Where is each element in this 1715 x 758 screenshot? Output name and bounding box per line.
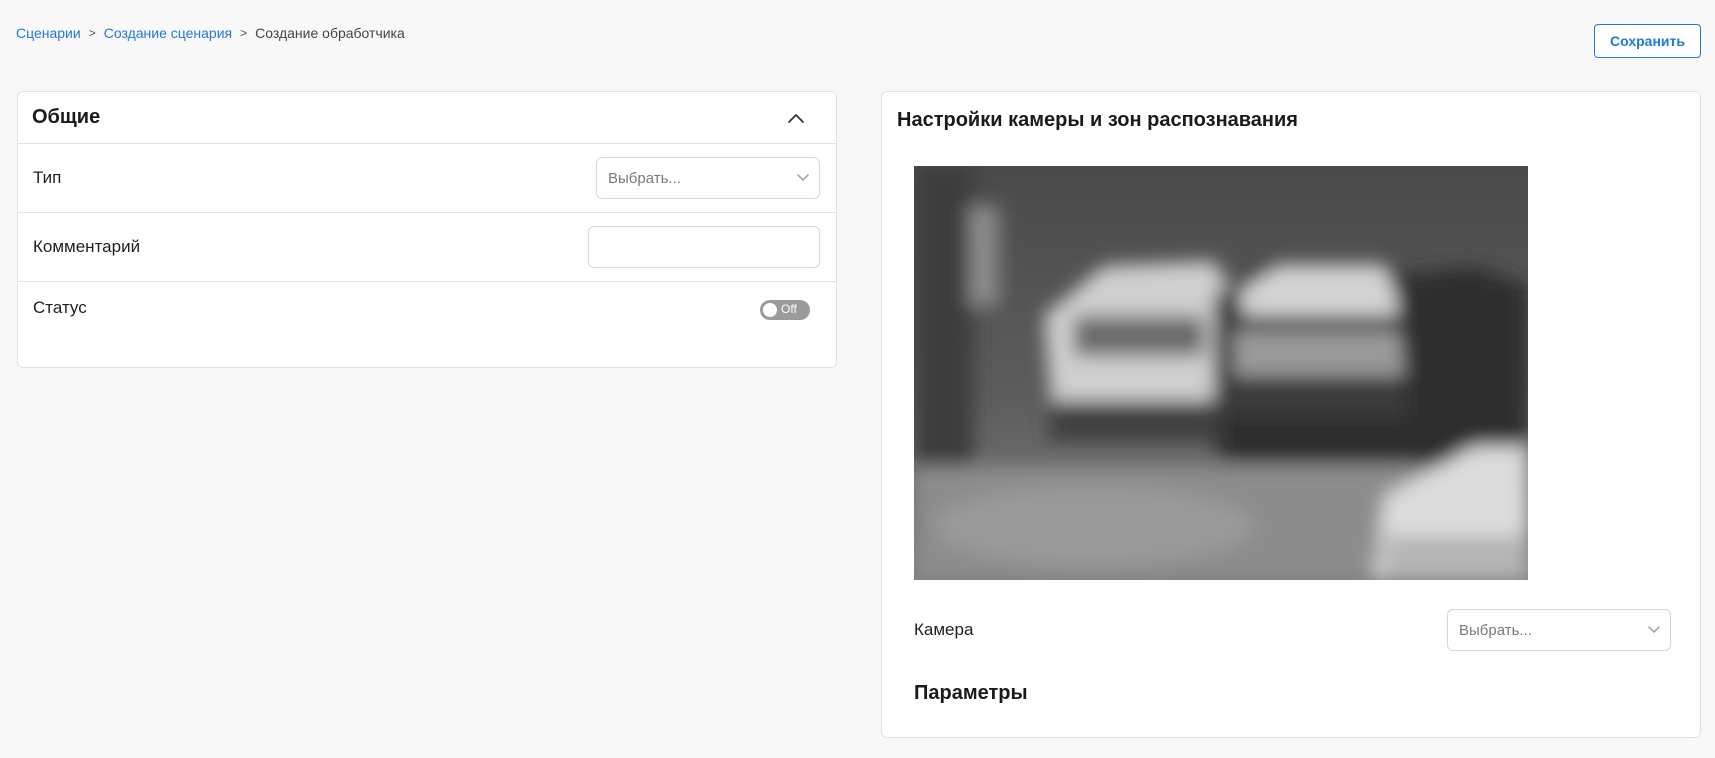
type-label: Тип [33, 168, 62, 187]
general-card-header: Общие [18, 92, 836, 144]
camera-row: Камера Выбрать... [914, 609, 1671, 651]
general-card: Общие Тип Выбрать... Комментарий Статус … [17, 91, 837, 368]
status-toggle[interactable]: Off [760, 300, 810, 320]
general-card-title: Общие [32, 106, 101, 128]
type-row: Тип Выбрать... [18, 144, 836, 213]
chevron-down-icon [797, 169, 809, 187]
breadcrumb-link-scenarios[interactable]: Сценарии [16, 25, 81, 41]
save-button[interactable]: Сохранить [1594, 24, 1701, 58]
camera-select[interactable]: Выбрать... [1447, 609, 1671, 651]
camera-settings-card: Настройки камеры и зон распознавания Кам… [881, 91, 1701, 738]
breadcrumb-separator: > [240, 26, 248, 40]
breadcrumb: Сценарии > Создание сценария > Создание … [16, 25, 405, 41]
comment-input[interactable] [588, 226, 820, 268]
chevron-down-icon [1648, 621, 1660, 639]
camera-settings-title: Настройки камеры и зон распознавания [897, 109, 1298, 131]
type-select[interactable]: Выбрать... [596, 157, 820, 199]
camera-preview-image [914, 166, 1528, 580]
camera-label: Камера [914, 620, 974, 639]
comment-row: Комментарий [18, 213, 836, 282]
toggle-knob [763, 303, 777, 317]
status-row: Статус Off [18, 282, 836, 351]
breadcrumb-current-page: Создание обработчика [255, 25, 405, 41]
breadcrumb-separator: > [88, 26, 96, 40]
camera-select-placeholder: Выбрать... [1459, 621, 1532, 639]
parameters-heading: Параметры [914, 682, 1028, 704]
comment-label: Комментарий [33, 237, 141, 256]
status-label: Статус [33, 298, 87, 317]
toggle-state-text: Off [781, 302, 797, 316]
type-select-placeholder: Выбрать... [608, 169, 681, 187]
chevron-up-icon[interactable] [776, 103, 816, 133]
breadcrumb-link-create-scenario[interactable]: Создание сценария [104, 25, 232, 41]
